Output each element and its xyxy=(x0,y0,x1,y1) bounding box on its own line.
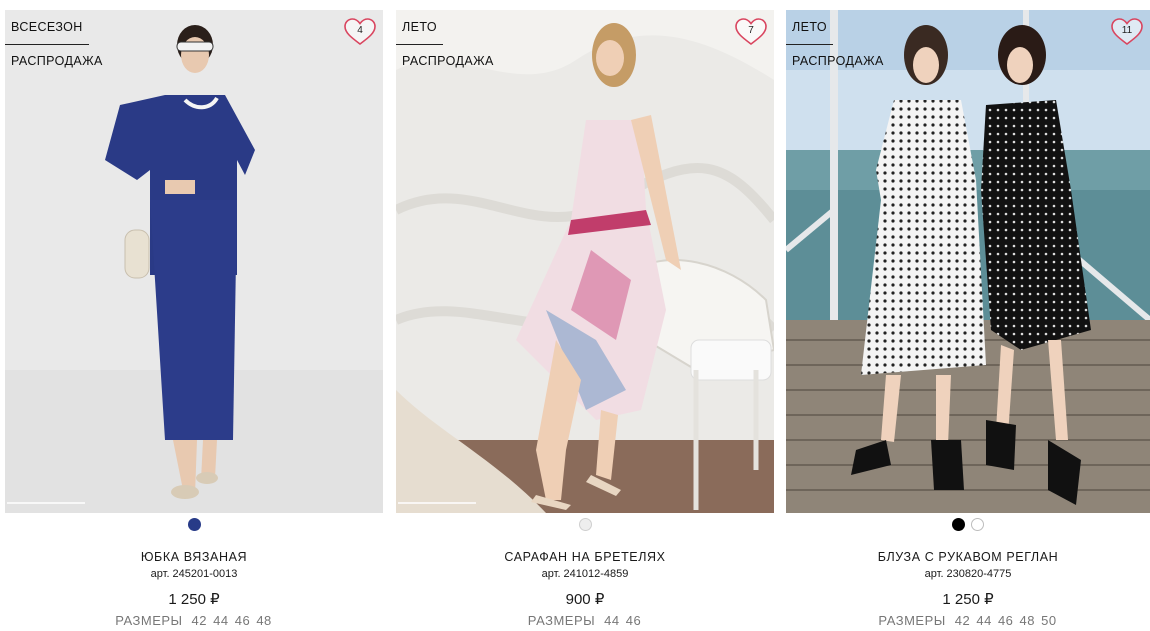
product-photo-art xyxy=(786,10,1150,513)
size-option[interactable]: 44 xyxy=(976,613,991,628)
favorite-count: 11 xyxy=(1121,25,1133,36)
product-article: арт. 245201-0013 xyxy=(5,568,383,583)
sale-badge[interactable]: РАСПРОДАЖА xyxy=(396,52,500,70)
size-option[interactable]: 48 xyxy=(256,613,271,628)
size-option[interactable]: 42 xyxy=(955,613,970,628)
sale-badge[interactable]: РАСПРОДАЖА xyxy=(5,52,109,70)
size-option[interactable]: 46 xyxy=(626,613,641,628)
product-info: БЛУЗА С РУКАВОМ РЕГЛАН арт. 230820-4775 1… xyxy=(786,517,1150,629)
season-badge[interactable]: ЛЕТО xyxy=(786,10,833,45)
sizes-label: РАЗМЕРЫ xyxy=(115,613,183,628)
product-sizes: РАЗМЕРЫ 42 44 46 48 50 xyxy=(786,613,1150,629)
size-option[interactable]: 46 xyxy=(998,613,1013,628)
article-number: 241012-4859 xyxy=(563,568,629,580)
favorite-count: 7 xyxy=(748,25,754,36)
product-article: арт. 241012-4859 xyxy=(396,568,774,583)
product-sizes: РАЗМЕРЫ 44 46 xyxy=(396,613,774,629)
season-badge[interactable]: ЛЕТО xyxy=(396,10,443,45)
size-option[interactable]: 42 xyxy=(192,613,207,628)
product-price: 1 250 ₽ xyxy=(942,591,994,608)
product-price: 1 250 ₽ xyxy=(168,591,220,608)
article-label: арт. xyxy=(924,568,944,580)
product-info: САРАФАН НА БРЕТЕЛЯХ арт. 241012-4859 900 … xyxy=(396,517,774,629)
product-photo[interactable]: ЛЕТО РАСПРОДАЖА 11 xyxy=(786,10,1150,513)
size-option[interactable]: 50 xyxy=(1041,613,1056,628)
color-swatch[interactable] xyxy=(971,518,984,531)
color-swatches xyxy=(5,518,383,534)
article-label: арт. xyxy=(150,568,170,580)
article-number: 245201-0013 xyxy=(172,568,238,580)
product-photo[interactable]: ЛЕТО РАСПРОДАЖА 7 xyxy=(396,10,774,513)
favorite-button[interactable]: 4 xyxy=(343,17,377,47)
color-swatch[interactable] xyxy=(952,518,965,531)
product-photo-art xyxy=(5,10,383,513)
sale-badge[interactable]: РАСПРОДАЖА xyxy=(786,52,890,70)
product-name[interactable]: БЛУЗА С РУКАВОМ РЕГЛАН xyxy=(786,550,1150,566)
product-name[interactable]: САРАФАН НА БРЕТЕЛЯХ xyxy=(396,550,774,566)
article-number: 230820-4775 xyxy=(946,568,1012,580)
color-swatches xyxy=(786,518,1150,534)
product-name[interactable]: ЮБКА ВЯЗАНАЯ xyxy=(5,550,383,566)
product-article: арт. 230820-4775 xyxy=(786,568,1150,583)
season-badge[interactable]: ВСЕСЕЗОН xyxy=(5,10,89,45)
product-info: ЮБКА ВЯЗАНАЯ арт. 245201-0013 1 250 ₽ РАЗ… xyxy=(5,517,383,629)
product-sizes: РАЗМЕРЫ 42 44 46 48 xyxy=(5,613,383,629)
article-label: арт. xyxy=(541,568,561,580)
size-option[interactable]: 44 xyxy=(604,613,619,628)
product-card[interactable]: ВСЕСЕЗОН РАСПРОДАЖА 4 ЮБКА ВЯЗАНАЯ арт. 2… xyxy=(5,10,383,631)
color-swatch[interactable] xyxy=(578,518,592,531)
product-card[interactable]: ЛЕТО РАСПРОДАЖА 7 САРАФАН НА БРЕТЕЛЯХ ар… xyxy=(396,10,774,631)
product-card[interactable]: ЛЕТО РАСПРОДАЖА 11 БЛУЗА С РУКАВОМ РЕГЛА… xyxy=(786,10,1150,631)
product-price: 900 ₽ xyxy=(565,591,605,608)
size-option[interactable]: 48 xyxy=(1020,613,1035,628)
product-photo[interactable]: ВСЕСЕЗОН РАСПРОДАЖА 4 xyxy=(5,10,383,513)
product-grid: ВСЕСЕЗОН РАСПРОДАЖА 4 ЮБКА ВЯЗАНАЯ арт. 2… xyxy=(0,0,1150,631)
size-option[interactable]: 46 xyxy=(235,613,250,628)
favorite-button[interactable]: 7 xyxy=(734,17,768,47)
product-photo-art xyxy=(396,10,774,513)
favorite-button[interactable]: 11 xyxy=(1110,17,1144,47)
size-option[interactable]: 44 xyxy=(213,613,228,628)
color-swatches xyxy=(396,518,774,534)
sizes-label: РАЗМЕРЫ xyxy=(878,613,946,628)
favorite-count: 4 xyxy=(357,25,363,36)
sizes-label: РАЗМЕРЫ xyxy=(527,613,596,628)
color-swatch[interactable] xyxy=(187,518,201,531)
